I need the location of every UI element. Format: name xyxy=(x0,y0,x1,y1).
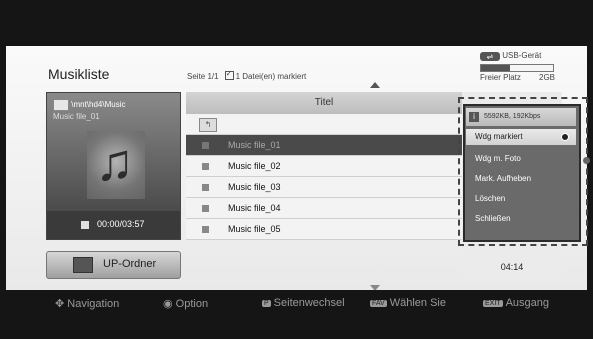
storage-device: ⇌ USB-Gerät xyxy=(480,51,541,61)
storage-usage-fill xyxy=(481,65,510,71)
music-note-icon: ♫ xyxy=(95,134,134,192)
hint-exit: EXIT Ausgang xyxy=(483,297,549,309)
menu-item-label: Wdg m. Foto xyxy=(475,154,521,163)
list-row[interactable]: Music file_05 xyxy=(186,219,462,240)
top-bar xyxy=(0,0,593,46)
hint-navigation: ✥ Navigation xyxy=(55,297,119,310)
preview-file-name: Music file_01 xyxy=(53,112,100,121)
menu-item-unmark[interactable]: Mark. Aufheben xyxy=(466,171,576,187)
storage-usage-bar xyxy=(480,64,554,72)
file-name: Music file_04 xyxy=(228,203,281,213)
exit-key-icon: EXIT xyxy=(483,300,503,307)
ok-button-icon: ◉ xyxy=(163,298,173,310)
radio-selected-icon xyxy=(562,134,568,140)
pointer-dot-icon xyxy=(583,157,590,164)
now-playing-preview: \mnt\hd4\Music Music file_01 ♫ 00:00/03:… xyxy=(46,92,181,240)
navigation-icon: ✥ xyxy=(55,298,65,310)
device-label: USB-Gerät xyxy=(502,51,542,60)
menu-item-label: Mark. Aufheben xyxy=(475,174,532,183)
free-space-label: Freier Platz xyxy=(480,73,521,82)
page-number: Seite 1/1 xyxy=(187,72,219,81)
up-folder-button[interactable]: UP-Ordner xyxy=(46,251,181,279)
stop-icon xyxy=(81,221,89,229)
hint-label: Wählen Sie xyxy=(389,297,446,309)
list-row-parent-folder[interactable]: ↰ xyxy=(186,114,462,135)
column-title: Titel xyxy=(314,97,334,108)
menu-item-delete[interactable]: Löschen xyxy=(466,191,576,207)
hint-label: Navigation xyxy=(67,298,120,310)
page-title: Musikliste xyxy=(48,66,110,82)
menu-item-label: Wdg markiert xyxy=(475,132,523,141)
scroll-up-arrow-icon[interactable] xyxy=(370,82,380,88)
menu-item-play-marked[interactable]: Wdg markiert xyxy=(466,129,576,145)
list-row[interactable]: Music file_01 xyxy=(186,135,462,156)
file-list: Titel ↰ Music file_01 Music file_02 Musi… xyxy=(186,92,462,278)
checkbox-icon[interactable] xyxy=(202,184,209,191)
file-name: Music file_02 xyxy=(228,161,281,171)
track-duration: 04:14 xyxy=(500,262,524,272)
menu-item-play-with-photo[interactable]: Wdg m. Foto xyxy=(466,151,576,167)
list-row[interactable]: Music file_03 xyxy=(186,177,462,198)
path-text: \mnt\hd4\Music xyxy=(71,100,126,110)
hint-option: ◉ Option xyxy=(163,297,208,310)
folder-icon xyxy=(53,99,69,111)
checked-icon[interactable] xyxy=(202,142,209,149)
free-space: Freier Platz 2GB xyxy=(480,73,555,82)
file-info: 5592KB, 192Kbps xyxy=(484,113,541,120)
checkbox-icon xyxy=(224,69,234,80)
checkbox-icon[interactable] xyxy=(202,205,209,212)
marked-count: 1 Datei(en) markiert xyxy=(235,72,307,81)
info-icon: i xyxy=(469,112,479,122)
hint-label: Ausgang xyxy=(505,297,549,309)
page-info: Seite 1/1 1 Datei(en) markiert xyxy=(187,69,307,81)
playback-time: 00:00/03:57 xyxy=(97,219,145,229)
checkbox-icon[interactable] xyxy=(202,163,209,170)
hint-page-change: P Seitenwechsel xyxy=(262,297,345,309)
file-name: Music file_03 xyxy=(228,182,281,192)
up-folder-label: UP-Ordner xyxy=(103,258,157,270)
playback-bar: 00:00/03:57 xyxy=(47,211,180,239)
hint-label: Option xyxy=(175,298,209,310)
menu-item-label: Schließen xyxy=(475,214,511,223)
file-info-bar: i 5592KB, 192Kbps xyxy=(466,108,576,126)
usb-icon: ⇌ xyxy=(480,52,500,61)
checkbox-icon[interactable] xyxy=(202,226,209,233)
hint-label: Seitenwechsel xyxy=(273,297,345,309)
list-header: Titel xyxy=(186,92,462,114)
menu-item-label: Löschen xyxy=(475,194,506,203)
file-name: Music file_05 xyxy=(228,224,281,234)
menu-item-close[interactable]: Schließen xyxy=(466,211,576,227)
parent-folder-icon: ↰ xyxy=(199,118,217,132)
file-name: Music file_01 xyxy=(228,140,281,150)
list-row[interactable]: Music file_02 xyxy=(186,156,462,177)
hint-select: FAV Wählen Sie xyxy=(370,297,446,309)
current-path: \mnt\hd4\Music xyxy=(53,99,125,111)
list-row[interactable]: Music file_04 xyxy=(186,198,462,219)
channel-key-icon: P xyxy=(262,300,271,307)
free-space-value: 2GB xyxy=(539,73,556,82)
folder-up-icon xyxy=(73,257,93,273)
fav-key-icon: FAV xyxy=(370,300,387,307)
